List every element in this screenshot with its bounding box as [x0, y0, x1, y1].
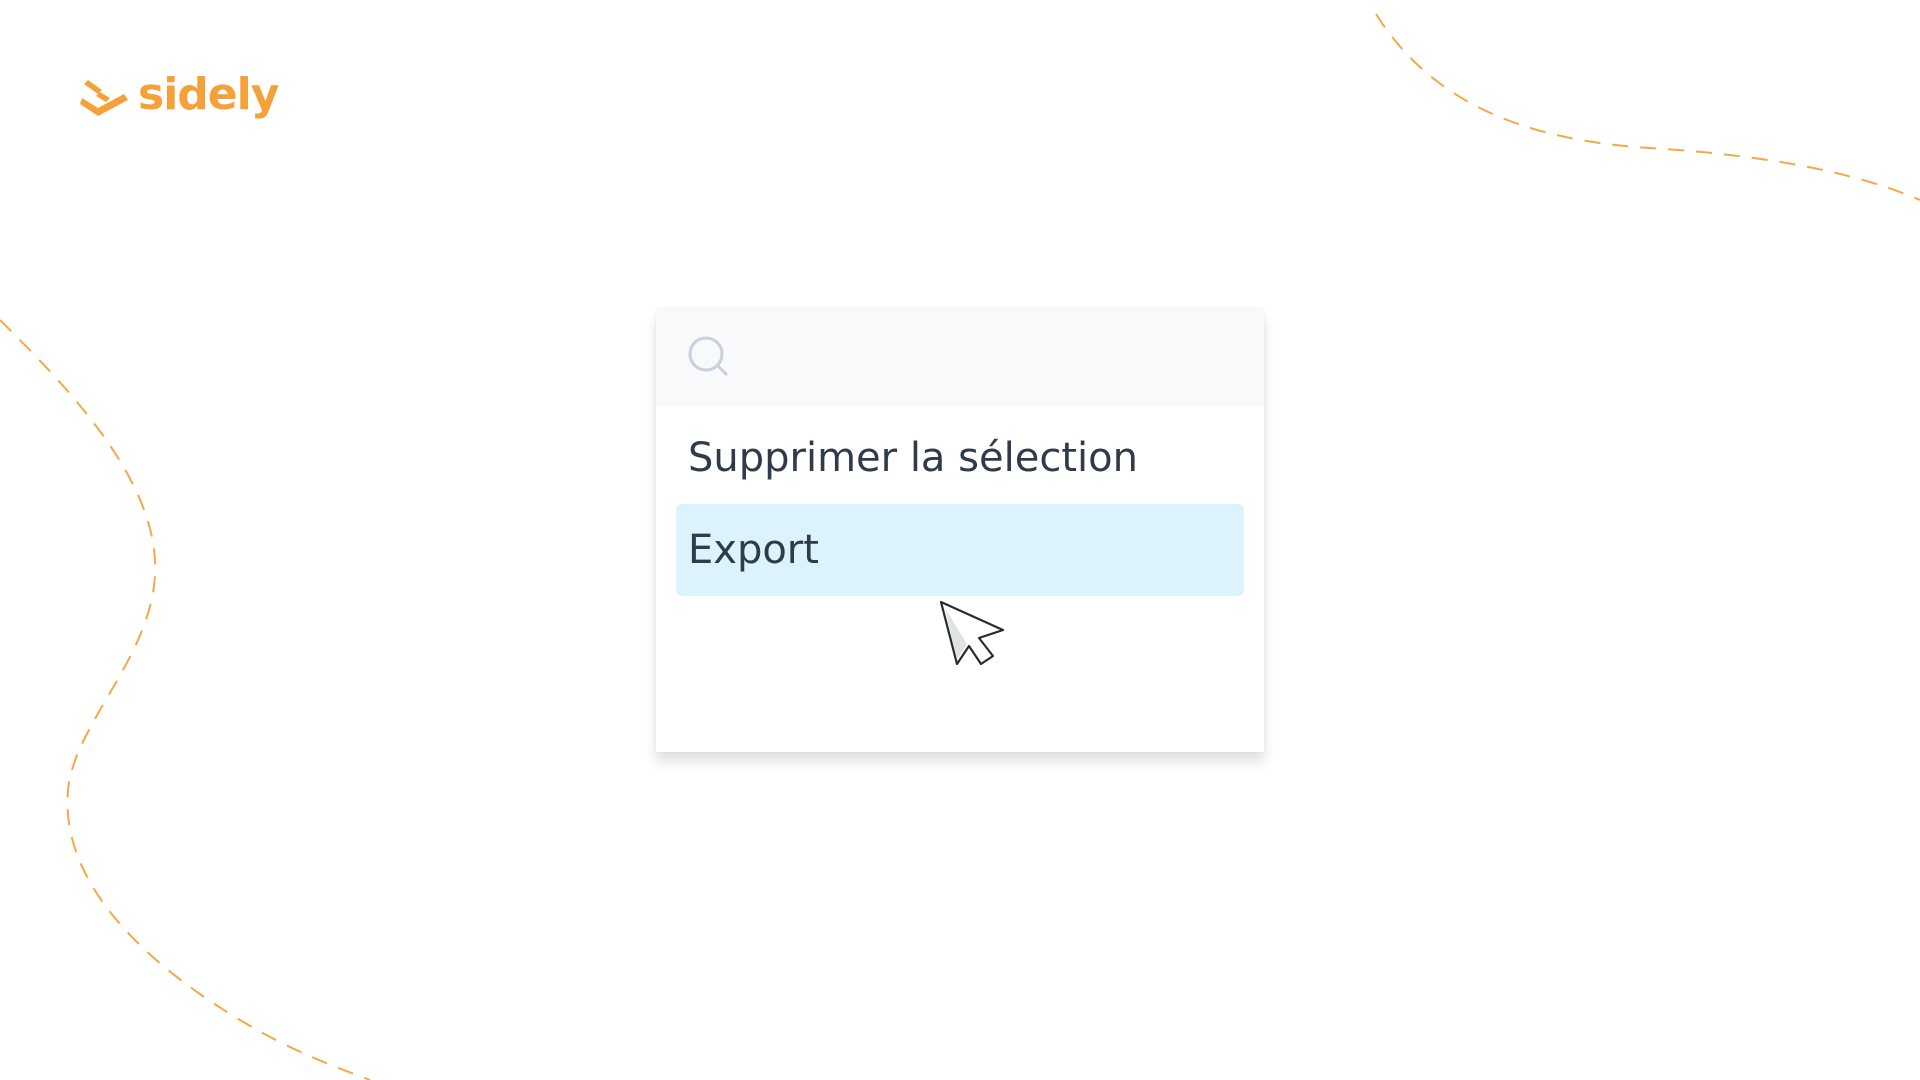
actions-dropdown: Supprimer la sélection Export: [656, 308, 1264, 752]
menu-item-delete-selection[interactable]: Supprimer la sélection: [676, 412, 1244, 504]
menu-item-label: Export: [688, 527, 819, 573]
presentation-slide: sidely Supprimer la sélection Export: [0, 0, 1920, 1080]
pointer-cursor-icon: [939, 600, 1005, 666]
dashed-curve-top-right: [1375, 13, 1920, 201]
brand-name: sidely: [138, 69, 279, 120]
menu-item-export[interactable]: Export: [676, 504, 1244, 596]
menu-list: Supprimer la sélection Export: [656, 412, 1264, 596]
dashed-curve-left: [0, 319, 371, 1080]
search-input[interactable]: [656, 308, 1264, 406]
menu-item-label: Supprimer la sélection: [688, 435, 1138, 481]
search-icon: [688, 336, 728, 376]
sidely-logo-icon: [80, 80, 128, 116]
brand-logo: sidely: [80, 69, 279, 120]
